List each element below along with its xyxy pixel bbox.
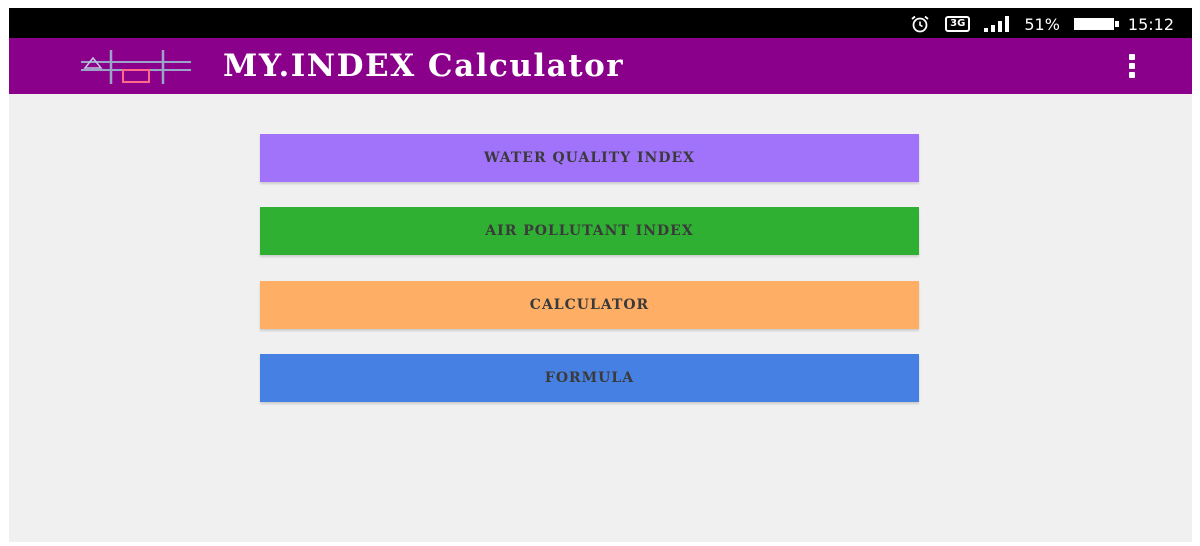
app-logo-icon [71, 46, 201, 88]
app-title: MY.INDEX Calculator [223, 48, 625, 84]
signal-strength-icon [984, 16, 1010, 32]
status-time: 15:12 [1127, 14, 1174, 34]
status-bar: 3G 51% 15:12 [9, 8, 1192, 38]
app-bar: MY.INDEX Calculator [9, 38, 1192, 94]
status-icons: 3G 51% 15:12 [909, 14, 1174, 34]
battery-percent: 51% [1024, 14, 1060, 34]
formula-button[interactable]: FORMULA [260, 354, 919, 402]
battery-icon [1073, 18, 1119, 30]
main-content: WATER QUALITY INDEX AIR POLLUTANT INDEX … [9, 94, 1192, 542]
air-pollutant-index-button[interactable]: AIR POLLUTANT INDEX [260, 207, 919, 255]
network-type-icon: 3G [945, 16, 971, 32]
phone-screen: 3G 51% 15:12 MY.INDEX Calculator WATER Q… [9, 8, 1192, 542]
water-quality-index-button[interactable]: WATER QUALITY INDEX [260, 134, 919, 182]
overflow-menu-icon[interactable] [1120, 50, 1144, 82]
alarm-clock-icon [909, 15, 931, 33]
calculator-button[interactable]: CALCULATOR [260, 281, 919, 329]
